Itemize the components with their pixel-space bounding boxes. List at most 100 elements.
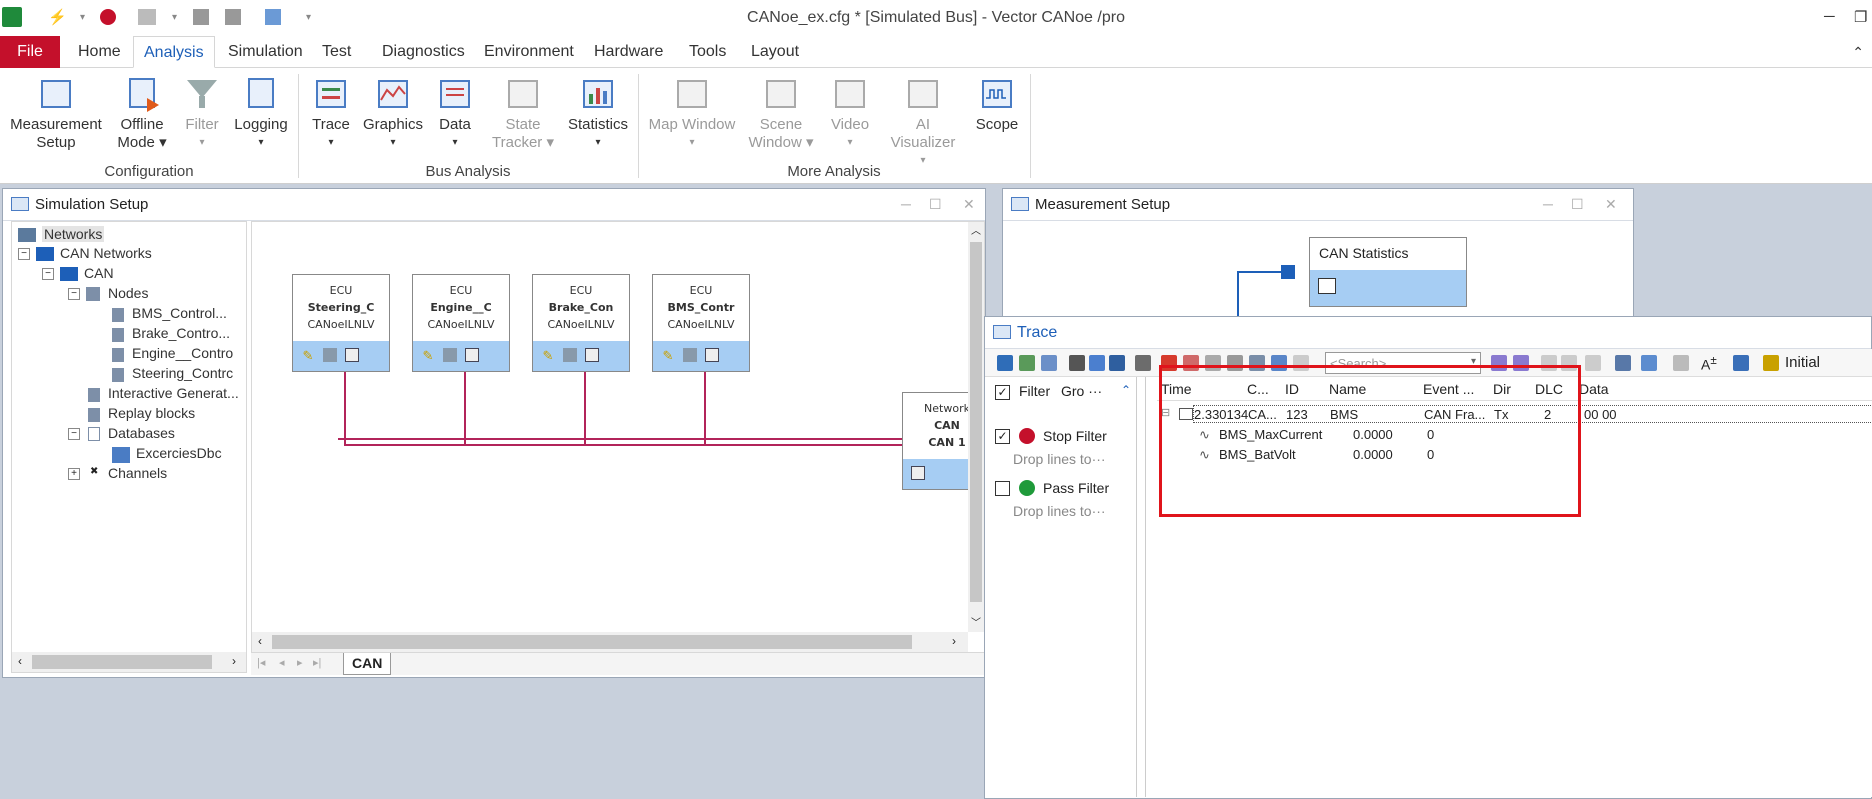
tree-channels[interactable]: Channels <box>108 465 167 481</box>
next-tab-icon[interactable]: ▸ <box>297 656 303 669</box>
pencil-icon[interactable]: ✎ <box>421 348 435 363</box>
minimize-icon[interactable]: ─ <box>901 196 911 212</box>
chart-icon[interactable] <box>1019 355 1035 371</box>
state-tracker-button[interactable]: State Tracker ▾ <box>492 76 554 152</box>
filter-header-checkbox[interactable]: ✓ <box>995 385 1010 400</box>
stack-icon[interactable] <box>683 348 697 362</box>
filter-button[interactable]: Filter ▾ <box>180 76 224 152</box>
simulation-canvas[interactable]: ECU Steering_C CANoeILNLV ✎ ECU Engine__… <box>251 221 985 653</box>
tree-networks[interactable]: Networks <box>42 226 105 242</box>
data-button[interactable]: Data ▾ <box>432 76 478 152</box>
offline-mode-button[interactable]: Offline Mode ▾ <box>112 76 172 152</box>
tree-node-brake[interactable]: Brake_Contro... <box>132 325 230 341</box>
panel-icon[interactable] <box>585 348 599 362</box>
filter-icon[interactable] <box>1069 355 1085 371</box>
marker-icon[interactable] <box>1585 355 1601 371</box>
tree-nodes[interactable]: Nodes <box>108 285 148 301</box>
collapse-panel-icon[interactable]: ⌃ <box>1121 383 1131 397</box>
tab-test[interactable]: Test <box>312 36 361 68</box>
statistics-button[interactable]: Statistics ▾ <box>566 76 630 152</box>
maximize-icon[interactable]: ☐ <box>929 196 942 213</box>
filter-link-icon[interactable] <box>1089 355 1105 371</box>
tree-node-steering[interactable]: Steering_Contrc <box>132 365 233 381</box>
map-window-button[interactable]: Map Window ▾ <box>648 76 736 152</box>
tab-file[interactable]: File <box>0 36 60 68</box>
restore-icon[interactable]: ❐ <box>1854 8 1867 26</box>
minimize-icon[interactable]: ─ <box>1824 8 1835 25</box>
scroll-thumb[interactable] <box>970 242 982 602</box>
tab-environment[interactable]: Environment <box>474 36 584 68</box>
scroll-left-icon[interactable]: ‹ <box>258 634 262 648</box>
tree-interactive-generator[interactable]: Interactive Generat... <box>108 385 239 401</box>
canvas-vertical-scrollbar[interactable]: ︿ ﹀ <box>968 222 984 632</box>
tab-tools[interactable]: Tools <box>679 36 736 68</box>
collapse-icon[interactable]: − <box>68 288 80 300</box>
scroll-thumb[interactable] <box>32 655 212 669</box>
collapse-icon[interactable]: − <box>18 248 30 260</box>
graphics-button[interactable]: Graphics ▾ <box>362 76 424 152</box>
ecu-block-bms[interactable]: ECU BMS_Contr CANoeILNLV ✎ <box>652 274 750 372</box>
panel-icon[interactable] <box>705 348 719 362</box>
can-statistics-block[interactable]: CAN Statistics <box>1309 237 1467 307</box>
initial-label[interactable]: Initial <box>1785 354 1820 371</box>
stack-icon[interactable] <box>563 348 577 362</box>
tree-can-networks[interactable]: CAN Networks <box>60 245 152 261</box>
last-tab-icon[interactable]: ▸| <box>313 656 321 669</box>
statistics-window-icon[interactable] <box>1318 278 1336 294</box>
maximize-icon[interactable]: ☐ <box>1571 196 1584 213</box>
tab-simulation[interactable]: Simulation <box>218 36 313 68</box>
stop-filter-checkbox[interactable]: ✓ <box>995 429 1010 444</box>
scroll-left-icon[interactable]: ‹ <box>18 654 22 668</box>
pencil-icon[interactable]: ✎ <box>661 348 675 363</box>
tab-can[interactable]: CAN <box>343 653 392 675</box>
info-icon[interactable] <box>997 355 1013 371</box>
first-tab-icon[interactable]: |◂ <box>257 656 265 669</box>
ecu-block-engine[interactable]: ECU Engine__C CANoeILNLV ✎ <box>412 274 510 372</box>
logging-button[interactable]: Logging ▾ <box>232 76 290 152</box>
trace-button[interactable]: Trace ▾ <box>306 76 356 152</box>
stack-icon[interactable] <box>443 348 457 362</box>
highlight-icon[interactable] <box>1733 355 1749 371</box>
import-icon[interactable] <box>1041 355 1057 371</box>
panel-icon[interactable] <box>345 348 359 362</box>
window-layout-icon[interactable] <box>1763 355 1779 371</box>
expand-icon[interactable]: + <box>68 468 80 480</box>
video-button[interactable]: Video ▾ <box>826 76 874 152</box>
close-icon[interactable]: ✕ <box>1605 196 1617 213</box>
collapse-icon[interactable]: − <box>68 428 80 440</box>
close-icon[interactable]: ✕ <box>963 196 975 213</box>
paste-icon[interactable] <box>1641 355 1657 371</box>
scroll-right-icon[interactable]: › <box>232 654 236 668</box>
ecu-block-steering[interactable]: ECU Steering_C CANoeILNLV ✎ <box>292 274 390 372</box>
connector-node[interactable] <box>1281 265 1295 279</box>
tree-replay-blocks[interactable]: Replay blocks <box>108 405 195 421</box>
sort-filter-icon[interactable] <box>1109 355 1125 371</box>
tree-databases[interactable]: Databases <box>108 425 175 441</box>
font-size-icon[interactable]: A± <box>1701 354 1717 373</box>
stop-filter-label[interactable]: Stop Filter <box>1043 428 1107 444</box>
tab-home[interactable]: Home <box>68 36 131 68</box>
scroll-up-icon[interactable]: ︿ <box>971 222 981 237</box>
scroll-down-icon[interactable]: ﹀ <box>971 614 981 629</box>
tree-can[interactable]: CAN <box>84 265 114 281</box>
scope-button[interactable]: Scope <box>972 76 1022 134</box>
binoculars-icon[interactable] <box>1135 355 1151 371</box>
layout-icon[interactable] <box>1615 355 1631 371</box>
tree-horizontal-scrollbar[interactable]: ‹ › <box>12 652 246 672</box>
tree-node-bms[interactable]: BMS_Control... <box>132 305 227 321</box>
pencil-icon[interactable]: ✎ <box>301 348 315 363</box>
tab-analysis[interactable]: Analysis <box>133 36 215 68</box>
pass-filter-checkbox[interactable] <box>995 481 1010 496</box>
tab-layout[interactable]: Layout <box>741 36 809 68</box>
tab-diagnostics[interactable]: Diagnostics <box>372 36 475 68</box>
panel-icon[interactable] <box>911 466 925 480</box>
scroll-thumb[interactable] <box>272 635 912 649</box>
scene-window-button[interactable]: Scene Window ▾ <box>746 76 816 152</box>
prev-tab-icon[interactable]: ◂ <box>279 656 285 669</box>
ecu-block-brake[interactable]: ECU Brake_Con CANoeILNLV ✎ <box>532 274 630 372</box>
tree-excercies-dbc[interactable]: ExcerciesDbc <box>136 445 222 461</box>
column-data[interactable]: Data <box>1579 381 1609 397</box>
canvas-horizontal-scrollbar[interactable]: ‹ › <box>252 632 968 652</box>
pencil-icon[interactable]: ✎ <box>541 348 555 363</box>
panel-splitter[interactable] <box>1145 377 1151 797</box>
